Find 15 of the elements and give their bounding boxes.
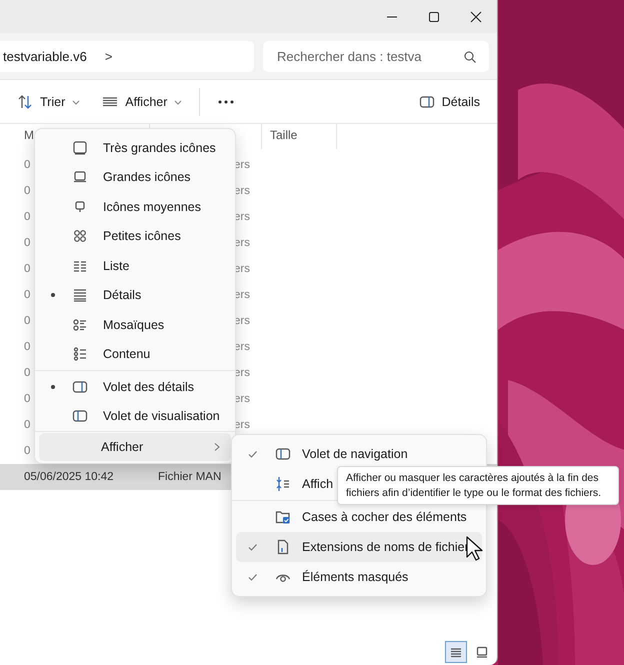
table-cell: 0 (24, 289, 30, 301)
table-cell: 0 (24, 393, 30, 405)
table-cell: 0 (24, 237, 30, 249)
table-cell: 0 (24, 367, 30, 379)
table-cell: 0 (24, 159, 30, 171)
table-cell: 05/06/2025 10:42 (24, 471, 114, 483)
table-cell: 0 (24, 263, 30, 275)
table-cell: 0 (24, 419, 30, 431)
table-cell: 0 (24, 341, 30, 353)
table-cell: 0 (24, 445, 30, 457)
table-cell: 0 (24, 185, 30, 197)
tooltip: Afficher ou masquer les caractères ajoutés à la fin des fichiers afin d’identifier le type ou le format des fichiers. (337, 466, 619, 506)
table-cell: Fichier MAN (158, 471, 222, 483)
table-cell: 0 (24, 211, 30, 223)
table-cell: 0 (24, 315, 30, 327)
